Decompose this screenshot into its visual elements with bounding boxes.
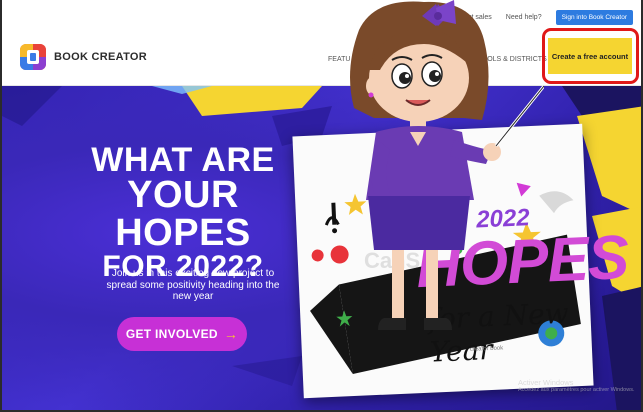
activate-subtitle: Accédez aux paramètres pour activer Wind… <box>518 387 635 393</box>
book-creator-logo-icon <box>20 44 46 70</box>
get-involved-button[interactable]: GET INVOLVED → <box>117 317 247 351</box>
cartoon-teacher-illustration <box>350 0 544 330</box>
sign-in-button[interactable]: Sign into Book Creator <box>555 9 633 25</box>
hero-subtext: Join us in this exciting new project to … <box>106 268 280 302</box>
get-involved-label: GET INVOLVED <box>125 327 218 341</box>
headline-line-2: YOUR HOPES <box>115 174 251 254</box>
screenshot-frame: Contact sales Need help? Sign into Book … <box>0 0 643 412</box>
hero-headline: WHAT ARE YOUR HOPES FOR 2022? <box>58 141 308 282</box>
headline-line-1: WHAT ARE <box>91 141 275 179</box>
activate-title: Activer Windows <box>518 378 574 387</box>
create-account-button[interactable]: Create a free account <box>548 38 632 74</box>
logo[interactable]: BOOK CREATOR <box>20 44 147 70</box>
logo-text: BOOK CREATOR <box>54 51 148 63</box>
arrow-right-icon: → <box>223 326 239 342</box>
activate-windows-watermark: Activer Windows Accédez aux paramètres p… <box>518 378 634 394</box>
